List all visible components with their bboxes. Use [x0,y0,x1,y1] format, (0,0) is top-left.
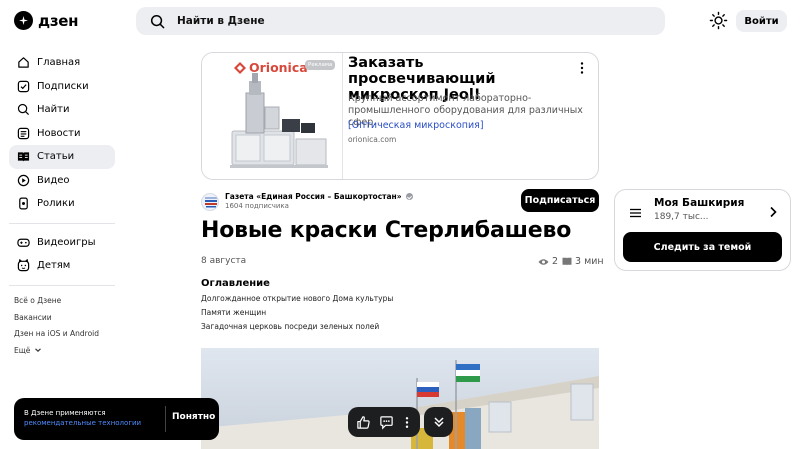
footer-more-toggle[interactable]: Ещё [9,342,115,359]
search-bar[interactable]: Найти в Дзене [136,7,665,35]
article-date: 8 августа [201,256,247,266]
topic-card[interactable]: Моя Башкирия 189,7 тыс... Следить за тем… [614,189,791,271]
book-icon [562,257,572,266]
sidebar-item-news[interactable]: Новости [9,122,115,146]
more-vertical-icon[interactable] [574,60,590,76]
sidebar-item-subscriptions[interactable]: Подписки [9,75,115,99]
gamepad-icon [17,238,30,247]
sidebar-item-search[interactable]: Найти [9,98,115,122]
sidebar-item-articles[interactable]: Статьи [9,145,115,169]
sidebar-item-label: Главная [37,57,81,69]
publisher-avatar[interactable] [201,193,219,211]
microscope-image [230,73,328,168]
dzen-logo-icon [14,11,33,30]
toc-item[interactable]: Памяти женщин [201,308,266,317]
cookie-message: В Дзене применяются [24,409,106,417]
dzen-logo[interactable]: дзен [14,11,78,30]
views-counter: 2 [538,256,558,267]
chevron-right-icon[interactable] [768,206,778,218]
shorts-icon [19,197,28,210]
home-icon [18,57,29,68]
sidebar-item-label: Видео [37,174,70,186]
sidebar-item-home[interactable]: Главная [9,51,115,75]
sidebar-item-label: Ролики [37,198,75,210]
cookie-divider [165,406,166,432]
cookie-link[interactable]: рекомендательные технологии [24,419,141,427]
ad-image[interactable]: Orionica Реклама [202,53,343,179]
kids-icon [17,259,30,272]
sidebar-item-label: Новости [37,127,81,139]
footer-link-jobs[interactable]: Вакансии [9,309,115,326]
more-vertical-icon[interactable] [402,415,412,430]
footer-link-apps[interactable]: Дзен на iOS и Android [9,326,115,343]
video-icon [17,174,30,186]
ad-domain[interactable]: orionica.com [348,135,396,144]
verified-icon [405,193,413,200]
sidebar-item-label: Детям [37,260,71,272]
search-icon [150,14,165,28]
sidebar-item-kids[interactable]: Детям [9,254,115,278]
chevron-down-icon [35,348,42,353]
cookie-banner: В Дзене применяются рекомендательные тех… [14,398,219,440]
subscriptions-icon [17,80,30,92]
sidebar-item-video[interactable]: Видео [9,169,115,193]
sidebar-divider [9,222,115,224]
publisher-name-row[interactable]: Газета «Единая Россия – Башкортостан» [225,192,413,201]
comment-icon[interactable] [379,415,394,430]
like-icon[interactable] [356,415,371,430]
search-icon [17,104,30,116]
subscribe-button[interactable]: Подписаться [521,189,599,212]
publisher-name[interactable]: Газета «Единая Россия – Башкортостан» [225,192,402,201]
double-chevron-down-icon [433,417,444,428]
toc-item[interactable]: Загадочная церковь посреди зеленых полей [201,322,379,331]
sun-icon[interactable] [709,11,728,30]
ad-card[interactable]: Orionica Реклама Заказать просвечивающий… [201,52,599,180]
ad-link[interactable]: [Оптическая микроскопия] [348,120,484,131]
footer-link-about[interactable]: Всё о Дзене [9,293,115,310]
views-count: 2 [552,256,559,267]
sidebar-item-shorts[interactable]: Ролики [9,192,115,216]
sidebar-item-label: Видеоигры [37,236,96,248]
scroll-down-button[interactable] [424,407,453,437]
cookie-accept-button[interactable]: Понятно [172,412,215,422]
toc-item[interactable]: Долгожданное открытие нового Дома культу… [201,294,393,303]
publisher-logo-icon [205,197,217,208]
publisher-subscribers: 1604 подписчика [225,202,289,210]
menu-icon [630,208,641,218]
news-icon [17,127,30,139]
read-time-value: 3 мин [575,256,604,267]
article-action-bar [348,407,420,437]
sidebar-item-label: Подписки [37,80,89,92]
cookie-text: В Дзене применяются рекомендательные тех… [24,408,141,428]
topic-name[interactable]: Моя Башкирия [654,197,744,209]
article-title: Новые краски Стерлибашево [201,218,572,243]
login-button[interactable]: Войти [736,10,787,32]
sidebar-divider [9,284,115,286]
topic-count: 189,7 тыс... [654,212,709,222]
read-time: 3 мин [562,256,604,267]
sidebar-item-videogames[interactable]: Видеоигры [9,231,115,255]
follow-topic-button[interactable]: Следить за темой [623,232,782,262]
sidebar-item-label: Статьи [37,151,75,163]
footer-more-label: Ещё [14,345,31,355]
sidebar: Главная Подписки Найти Новости Статьи Ви… [9,51,115,359]
search-input[interactable]: Найти в Дзене [177,15,265,27]
logo-text: дзен [38,11,79,30]
sidebar-item-label: Найти [37,104,70,116]
toc-title: Оглавление [201,278,270,289]
articles-icon [17,152,30,162]
eye-icon [538,258,549,265]
